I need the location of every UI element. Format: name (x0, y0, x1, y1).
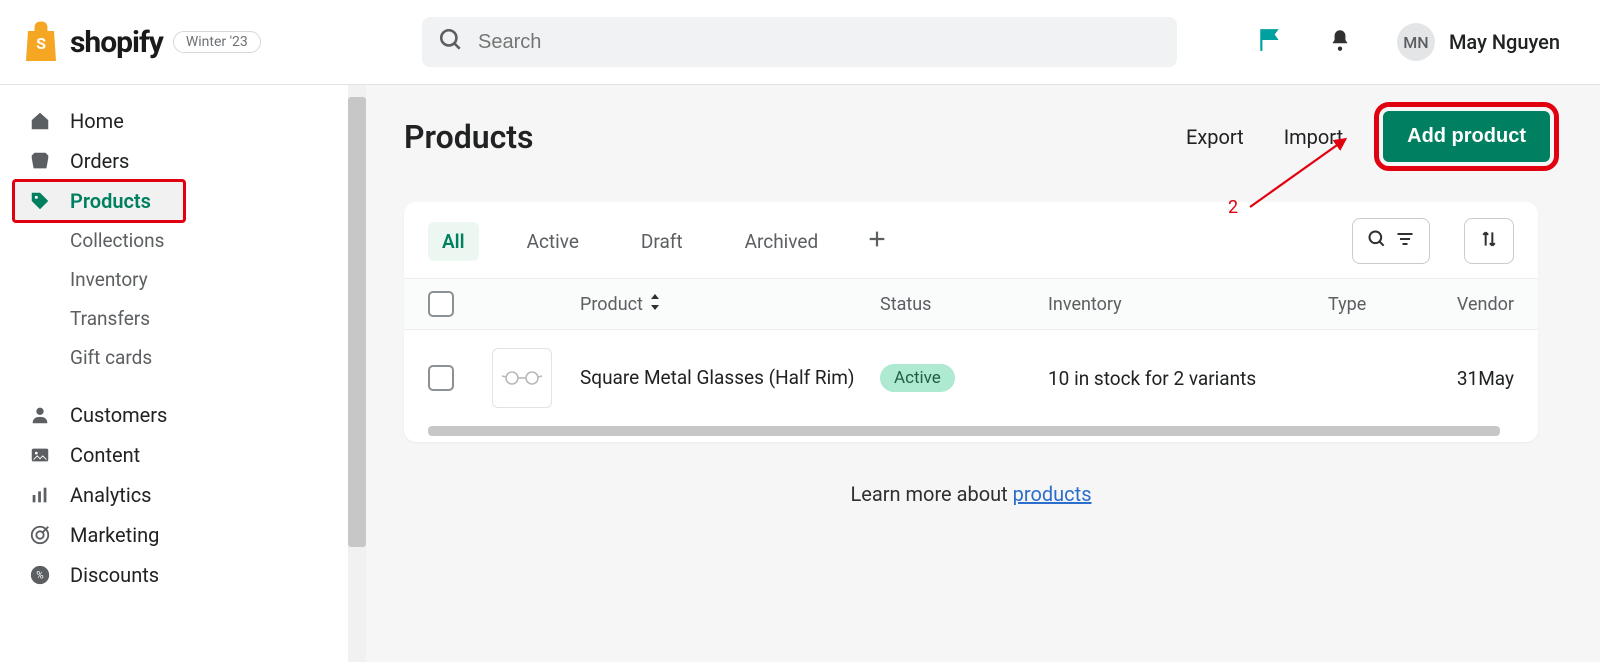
learn-link[interactable]: products (1013, 482, 1092, 506)
table-row[interactable]: Square Metal Glasses (Half Rim) Active 1… (404, 330, 1538, 426)
col-type[interactable]: Type (1328, 294, 1446, 315)
sort-icon (1479, 229, 1499, 253)
search-icon (1367, 229, 1387, 253)
col-inventory[interactable]: Inventory (1048, 294, 1328, 315)
tab-draft[interactable]: Draft (627, 222, 697, 261)
content-icon (28, 444, 52, 466)
sidebar-item-label: Discounts (70, 563, 159, 587)
col-vendor[interactable]: Vendor (1446, 294, 1514, 315)
sidebar-item-label: Analytics (70, 483, 152, 507)
status-badge: Active (880, 364, 955, 392)
sidebar-item-products[interactable]: Products (14, 181, 184, 221)
bell-icon[interactable] (1327, 26, 1353, 58)
sidebar-item-label: Orders (70, 149, 129, 173)
sidebar-item-analytics[interactable]: Analytics (14, 475, 352, 515)
sidebar-item-label: Customers (70, 403, 167, 427)
sidebar-item-content[interactable]: Content (14, 435, 352, 475)
top-icons: MN May Nguyen (1257, 23, 1560, 61)
tab-archived[interactable]: Archived (731, 222, 833, 261)
brand: S shopify Winter '23 (22, 21, 292, 63)
tab-active[interactable]: Active (513, 222, 593, 261)
page-head: Products Export Import Add product (404, 111, 1600, 162)
add-product-button[interactable]: Add product (1383, 111, 1550, 162)
main: Products Export Import Add product All A… (366, 85, 1600, 662)
analytics-icon (28, 484, 52, 506)
sidebar-item-label: Marketing (70, 523, 159, 547)
row-checkbox[interactable] (428, 365, 454, 391)
sidebar-sub-gift-cards[interactable]: Gift cards (14, 338, 352, 377)
sidebar-item-orders[interactable]: Orders (14, 141, 352, 181)
filter-icon (1395, 229, 1415, 253)
page-title: Products (404, 118, 533, 156)
search-wrap (422, 17, 1177, 67)
col-status[interactable]: Status (880, 294, 1048, 315)
learn-prefix: Learn more about (850, 482, 1012, 506)
sidebar-item-label: Products (70, 189, 151, 213)
table-head: Product Status Inventory Type Vendor (404, 278, 1538, 330)
select-all-checkbox[interactable] (428, 291, 454, 317)
sidebar-sub-inventory[interactable]: Inventory (14, 260, 352, 299)
top-bar: S shopify Winter '23 (0, 0, 1600, 85)
sidebar-sub-collections[interactable]: Collections (14, 221, 352, 260)
sidebar-item-home[interactable]: Home (14, 101, 352, 141)
search-field[interactable] (422, 17, 1177, 67)
col-product[interactable]: Product (580, 294, 643, 315)
brand-pill: Winter '23 (173, 31, 261, 53)
product-name: Square Metal Glasses (Half Rim) (580, 365, 880, 391)
orders-icon (28, 150, 52, 172)
tabs-row: All Active Draft Archived (404, 202, 1538, 278)
add-view-icon[interactable] (866, 228, 888, 254)
search-icon (438, 27, 464, 57)
flag-icon[interactable] (1257, 26, 1283, 58)
shopify-bag-icon: S (22, 21, 60, 63)
vendor-cell: 31May (1446, 367, 1514, 390)
sidebar: Home Orders Products Collections Invento… (0, 85, 366, 662)
inventory-cell: 10 in stock for 2 variants (1048, 367, 1328, 390)
horizontal-scrollbar[interactable] (428, 426, 1500, 436)
sidebar-item-marketing[interactable]: Marketing (14, 515, 352, 555)
avatar: MN (1397, 23, 1435, 61)
sidebar-item-customers[interactable]: Customers (14, 395, 352, 435)
search-filter-button[interactable] (1352, 218, 1430, 264)
sort-button[interactable] (1464, 218, 1514, 264)
search-input[interactable] (478, 31, 1161, 54)
user-chip[interactable]: MN May Nguyen (1397, 23, 1560, 61)
learn-more: Learn more about products (404, 482, 1538, 506)
sidebar-item-label: Home (70, 109, 124, 133)
products-icon (28, 190, 52, 212)
svg-text:%: % (36, 571, 43, 582)
sidebar-item-discounts[interactable]: % Discounts (14, 555, 352, 595)
sidebar-item-label: Content (70, 443, 140, 467)
home-icon (28, 110, 52, 132)
user-name: May Nguyen (1449, 30, 1560, 54)
brand-word: shopify (70, 25, 163, 60)
discounts-icon: % (28, 564, 52, 586)
customers-icon (28, 404, 52, 426)
sidebar-sub-transfers[interactable]: Transfers (14, 299, 352, 338)
products-card: All Active Draft Archived (404, 202, 1538, 442)
sort-indicator-icon (649, 294, 661, 315)
marketing-icon (28, 524, 52, 546)
svg-text:S: S (36, 34, 46, 53)
tab-all[interactable]: All (428, 222, 479, 261)
import-button[interactable]: Import (1284, 125, 1343, 149)
product-thumb (492, 348, 552, 408)
export-button[interactable]: Export (1186, 125, 1244, 149)
